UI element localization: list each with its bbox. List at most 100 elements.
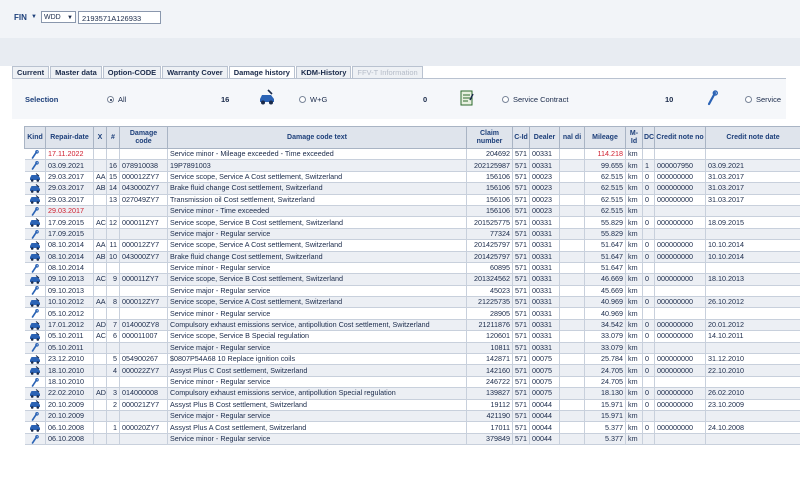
table-row[interactable]: 29.03.2017 AB 14 043000ZY7 Brake fluid c… — [24, 182, 800, 195]
col-nal-di[interactable]: nal di — [559, 126, 585, 149]
table-row[interactable]: 20.10.2009 2 000021ZY7 Assyst Plus B Cos… — [24, 399, 800, 412]
table-row[interactable]: 08.10.2014 AB 10 043000ZY7 Brake fluid c… — [24, 251, 800, 263]
col-damage-code-text[interactable]: Damage code text — [167, 126, 467, 149]
wrench-service-icon — [31, 229, 39, 239]
vin-input[interactable]: 2193571A126933 — [78, 11, 161, 24]
table-row[interactable]: 06.10.2008 1 000020ZY7 Assyst Plus A Cos… — [24, 421, 800, 434]
damage-code-cell: 000021ZY7 — [119, 399, 168, 412]
header-band — [0, 38, 800, 66]
kind-cell — [24, 364, 46, 377]
c-id-cell: 571 — [512, 353, 530, 366]
dc-cell: 0 — [642, 239, 655, 252]
credit-note-no-cell — [654, 307, 706, 320]
col-x[interactable]: X — [93, 126, 107, 149]
col-repair-date[interactable]: Repair-date — [45, 126, 94, 149]
table-row[interactable]: 08.10.2014 Service minor - Regular servi… — [24, 262, 800, 275]
col-dc[interactable]: DC — [642, 126, 655, 149]
table-row[interactable]: 03.09.2021 16 078910038 19P7891003 20212… — [24, 159, 800, 172]
dc-cell: 0 — [642, 182, 655, 195]
radio-all[interactable] — [107, 96, 114, 103]
sequence-cell: 6 — [106, 330, 120, 343]
x-cell — [93, 364, 107, 377]
damage-code-cell: 000011007 — [119, 330, 168, 343]
credit-note-date-cell — [705, 228, 800, 241]
m-id-cell: km — [625, 148, 643, 161]
table-row[interactable]: 10.10.2012 AA 8 000012ZY7 Service scope,… — [24, 296, 800, 309]
m-id-cell: km — [625, 216, 643, 229]
col-credit-note-date[interactable]: Credit note date — [705, 126, 800, 149]
nal-di-cell — [559, 342, 585, 355]
claim-number-cell: 45023 — [466, 285, 513, 298]
mileage-cell: 55.829 — [584, 228, 626, 241]
dc-cell — [642, 285, 655, 298]
dc-cell: 0 — [642, 387, 655, 400]
col-kind[interactable]: Kind — [24, 126, 46, 149]
radio-service-contract[interactable] — [502, 96, 509, 103]
radio-service[interactable] — [745, 96, 752, 103]
col-claim-number[interactable]: Claim number — [466, 126, 513, 149]
credit-note-no-cell — [654, 148, 706, 161]
kind-cell — [24, 148, 46, 161]
table-row[interactable]: 08.10.2014 AA 11 000012ZY7 Service scope… — [24, 239, 800, 252]
col-mileage[interactable]: Mileage — [584, 126, 626, 149]
damage-code-text-cell: Service scope, Service B Cost settlement… — [167, 216, 467, 229]
col-number[interactable]: # — [106, 126, 120, 149]
table-row[interactable]: 18.10.2010 Service minor - Regular servi… — [24, 376, 800, 389]
nal-di-cell — [559, 421, 585, 434]
table-row[interactable]: 22.02.2010 AD 3 014000008 Compulsory exh… — [24, 387, 800, 400]
table-row[interactable]: 29.03.2017 13 027049ZY7 Transmission oil… — [24, 194, 800, 206]
table-row[interactable]: 29.03.2017 AA 15 000012ZY7 Service scope… — [24, 171, 800, 184]
wrench-service-icon — [31, 434, 39, 444]
table-row[interactable]: 09.10.2013 Service major - Regular servi… — [24, 285, 800, 298]
table-row[interactable]: 23.12.2010 5 054900267 $0807P54A68 10 Re… — [24, 353, 800, 366]
nal-di-cell — [559, 251, 585, 263]
count-all: 16 — [221, 95, 230, 104]
table-row[interactable]: 06.10.2008 Service minor - Regular servi… — [24, 433, 800, 446]
credit-note-date-cell: 10.10.2014 — [705, 239, 800, 252]
repair-date-cell: 17.09.2015 — [45, 216, 94, 229]
table-row[interactable]: 17.11.2022 Service minor - Mileage excee… — [24, 148, 800, 161]
kind-cell — [24, 353, 46, 366]
table-row[interactable]: 05.10.2011 AC 6 000011007 Service scope,… — [24, 330, 800, 343]
sequence-cell — [106, 262, 120, 275]
kind-cell — [24, 285, 46, 298]
car-repair-icon — [29, 320, 40, 330]
col-m-id[interactable]: M-Id — [625, 126, 643, 149]
table-row[interactable]: 29.03.2017 Service minor - Time exceeded… — [24, 205, 800, 218]
table-row[interactable]: 20.10.2009 Service major - Regular servi… — [24, 410, 800, 423]
kind-cell — [24, 410, 46, 423]
col-dealer[interactable]: Dealer — [529, 126, 560, 149]
table-row[interactable]: 18.10.2010 4 000022ZY7 Assyst Plus C Cos… — [24, 364, 800, 377]
col-damage-code[interactable]: Damage code — [119, 126, 168, 149]
col-credit-note-no[interactable]: Credit note no — [654, 126, 706, 149]
table-row[interactable]: 17.01.2012 AD 7 014000ZY8 Compulsory exh… — [24, 319, 800, 332]
dc-cell: 1 — [642, 159, 655, 172]
wrench-service-icon — [31, 343, 39, 353]
table-row[interactable]: 05.10.2011 Service major - Regular servi… — [24, 342, 800, 355]
car-repair-icon — [29, 275, 40, 284]
credit-note-date-cell: 18.09.2015 — [705, 216, 800, 229]
table-row[interactable]: 17.09.2015 AC 12 000011ZY7 Service scope… — [24, 216, 800, 229]
damage-code-cell: 078910038 — [119, 159, 168, 172]
fin-dropdown-icon[interactable]: ▼ — [31, 14, 37, 20]
dc-cell: 0 — [642, 399, 655, 412]
radio-w-g[interactable] — [299, 96, 306, 103]
x-cell: AA — [93, 296, 107, 309]
m-id-cell: km — [625, 159, 643, 172]
table-row[interactable]: 05.10.2012 Service minor - Regular servi… — [24, 307, 800, 320]
repair-date-cell: 08.10.2014 — [45, 239, 94, 252]
sequence-cell: 9 — [106, 273, 120, 286]
wrench-service-icon — [31, 161, 39, 170]
credit-note-no-cell: 000000000 — [654, 239, 706, 252]
car-repair-icon — [29, 252, 40, 262]
repair-date-cell: 29.03.2017 — [45, 171, 94, 184]
m-id-cell: km — [625, 296, 643, 309]
sequence-cell: 8 — [106, 296, 120, 309]
repair-date-cell: 08.10.2014 — [45, 251, 94, 263]
table-row[interactable]: 17.09.2015 Service major - Regular servi… — [24, 228, 800, 241]
table-row[interactable]: 09.10.2013 AC 9 000011ZY7 Service scope,… — [24, 273, 800, 286]
c-id-cell: 571 — [512, 216, 530, 229]
fin-prefix-select[interactable]: WDD ▼ — [41, 11, 76, 23]
col-c-id[interactable]: C-Id — [512, 126, 530, 149]
damage-code-cell — [119, 376, 168, 389]
